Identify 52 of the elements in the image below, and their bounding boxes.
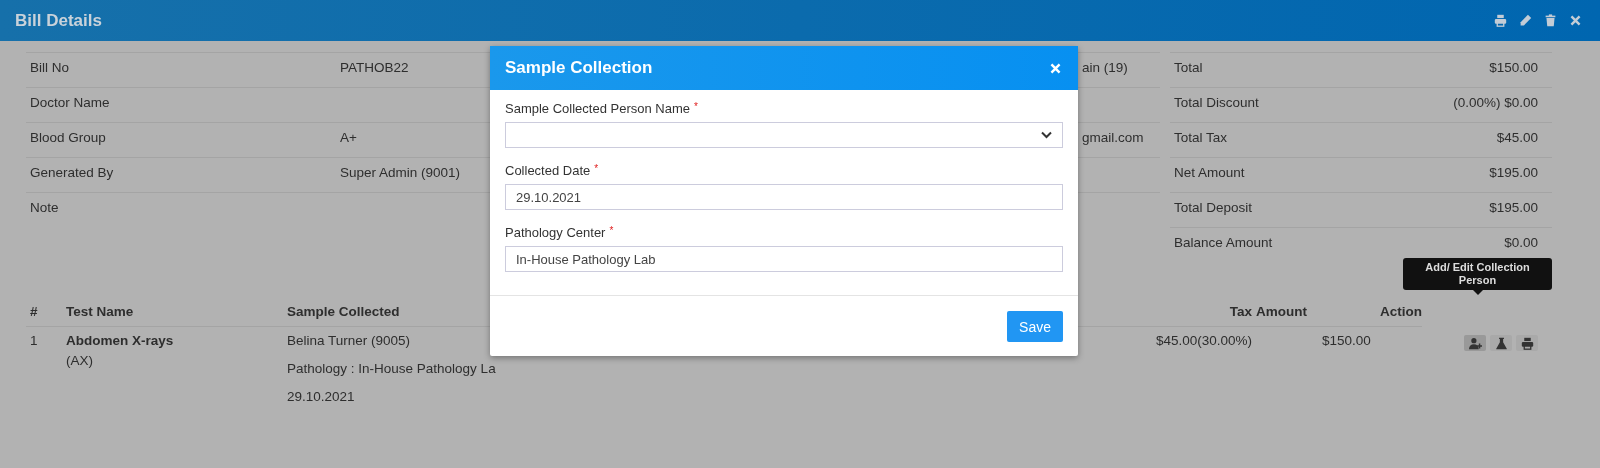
action-button[interactable] [1516, 335, 1538, 351]
test-code: (AX) [66, 353, 93, 369]
column-header: Amount [1252, 298, 1322, 327]
page-title: Bill Details [15, 10, 102, 31]
detail-label: Bill No [26, 52, 336, 87]
column-header: Action [1322, 298, 1422, 327]
summary-label: Total Deposit [1170, 192, 1450, 227]
summary-value: $195.00 [1449, 192, 1552, 227]
user-plus-icon[interactable] [1468, 336, 1482, 350]
field-label: Pathology Center [505, 225, 606, 240]
column-header: # [26, 298, 62, 327]
column-header: Test Name [62, 298, 283, 327]
table-cell-text: $150.00 [1322, 332, 1372, 349]
collection-date: 29.10.2021 [287, 389, 355, 405]
detail-label: Note [26, 192, 336, 227]
detail-label: Generated By [26, 157, 336, 192]
summary-value: $150.00 [1449, 52, 1552, 87]
input-field[interactable]: 29.10.2021 [505, 184, 1063, 210]
chevron-icon [1041, 131, 1052, 139]
action-button[interactable] [1490, 335, 1512, 351]
modal-title: Sample Collection [505, 58, 653, 78]
required-mark: * [594, 163, 599, 176]
select-field[interactable] [505, 122, 1063, 148]
input-field[interactable]: In-House Pathology Lab [505, 246, 1063, 272]
field-label: Collected Date [505, 163, 591, 178]
summary-value: $45.00 [1449, 122, 1552, 157]
required-mark: * [694, 101, 698, 114]
pencil-icon[interactable] [1519, 14, 1532, 27]
field-label: Sample Collected Person Name [505, 101, 690, 116]
summary-value: (0.00%) $0.00 [1449, 87, 1552, 122]
table-cell-text: $45.00(30.00%) [1154, 332, 1252, 349]
detail-label: Doctor Name [26, 87, 336, 122]
detail-label: Blood Group [26, 122, 336, 157]
required-mark: * [609, 225, 614, 238]
summary-value: $195.00 [1449, 157, 1552, 192]
summary-label: Total Tax [1170, 122, 1450, 157]
summary-label: Net Amount [1170, 157, 1450, 192]
close-icon[interactable] [1569, 14, 1582, 27]
trash-icon[interactable] [1544, 14, 1557, 27]
test-name: Abdomen X-rays [66, 333, 174, 349]
print-icon[interactable] [1494, 14, 1507, 27]
summary-label: Total Discount [1170, 87, 1450, 122]
print-icon[interactable] [1520, 336, 1534, 350]
column-header: Tax [1142, 298, 1252, 327]
tooltip-pointer [1472, 290, 1483, 295]
flask-icon[interactable] [1494, 336, 1508, 350]
table-cell-text: 1 [29, 332, 39, 349]
collector-name: Belina Turner (9005) [287, 333, 411, 349]
pathology-center: Pathology : In-House Pathology La [287, 361, 496, 377]
summary-label: Total [1170, 52, 1450, 87]
tooltip: Add/ Edit Collection Person [1403, 258, 1552, 290]
action-button[interactable] [1464, 335, 1486, 351]
